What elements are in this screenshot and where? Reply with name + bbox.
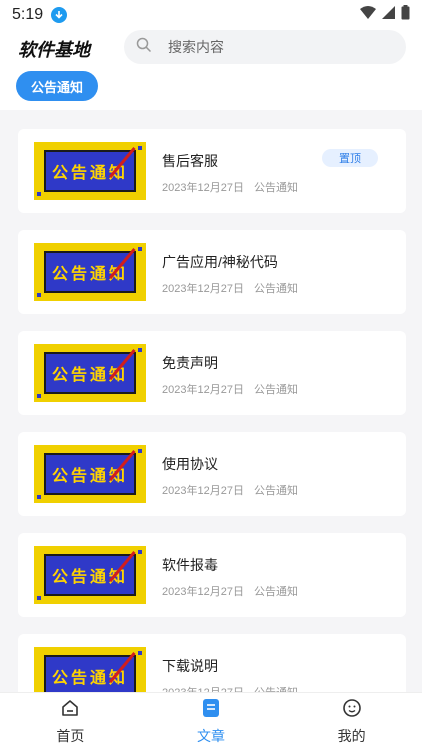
thumbnail-dot (37, 293, 41, 297)
thumbnail-banner: 公告通知 (44, 349, 136, 394)
nav-articles[interactable]: 文章 (141, 693, 282, 750)
article-title: 下载说明 (162, 658, 218, 674)
thumbnail-banner: 公告通知 (44, 652, 136, 692)
article-meta: 2023年12月27日公告通知 (162, 684, 298, 692)
article-category: 公告通知 (253, 485, 298, 497)
thumbnail-dot (138, 247, 142, 251)
article-card[interactable]: 公告通知 软件报毒 2023年12月27日 公告通知 (18, 533, 406, 617)
article-title: 广告应用/神秘代码 (162, 254, 278, 270)
article-category: 公告通知 (253, 586, 298, 598)
thumbnail-banner: 公告通知 (44, 248, 136, 293)
signal-icon (382, 6, 395, 24)
search-placeholder: 搜索内容 (168, 39, 224, 55)
nav-profile-label: 我的 (337, 727, 366, 744)
article-title: 使用协议 (162, 456, 218, 472)
app-title: 软件基地 (18, 40, 90, 60)
article-date: 2023年12月27日 (162, 586, 244, 598)
nav-articles-label: 文章 (197, 727, 225, 744)
article-date: 2023年12月27日 (162, 182, 244, 194)
article-category: 公告通知 (253, 283, 298, 295)
article-meta: 2023年12月27日公告通知 (162, 381, 298, 397)
thumbnail-banner: 公告通知 (44, 147, 136, 192)
article-icon (202, 698, 220, 723)
article-thumbnail: 公告通知 (34, 647, 146, 692)
thumbnail-dot (138, 146, 142, 150)
article-card[interactable]: 公告通知 售后客服 2023年12月27日 公告通知 置顶 (18, 129, 406, 213)
article-date: 2023年12月27日 (162, 485, 244, 497)
nav-home[interactable]: 首页 (0, 693, 141, 750)
article-category: 公告通知 (253, 182, 298, 194)
thumbnail-banner: 公告通知 (44, 450, 136, 495)
tab-announcements[interactable]: 公告通知 (16, 71, 99, 101)
bottom-nav: 首页 文章 我的 (0, 692, 422, 750)
thumbnail-dot (138, 550, 142, 554)
status-bar: 5:19 (0, 0, 422, 30)
thumbnail-banner: 公告通知 (44, 551, 136, 596)
nav-home-label: 首页 (56, 727, 85, 744)
wifi-icon (360, 6, 376, 24)
article-date: 2023年12月27日 (162, 384, 244, 396)
article-meta: 2023年12月27日公告通知 (162, 179, 298, 195)
battery-icon (401, 5, 410, 25)
download-icon (51, 7, 68, 23)
thumbnail-dot (37, 394, 41, 398)
article-thumbnail: 公告通知 (34, 142, 146, 200)
article-date: 2023年12月27日 (162, 283, 244, 295)
status-time: 5:19 (12, 6, 44, 23)
search-input[interactable]: 搜索内容 (124, 30, 406, 64)
article-meta: 2023年12月27日公告通知 (162, 482, 298, 498)
category-tabs: 公告通知 (0, 66, 422, 110)
pinned-badge: 置顶 (322, 149, 378, 167)
article-thumbnail: 公告通知 (34, 243, 146, 301)
profile-icon (342, 698, 362, 723)
article-card[interactable]: 公告通知 广告应用/神秘代码 2023年12月27日 公告通知 (18, 230, 406, 314)
header: 软件基地 搜索内容 (0, 30, 422, 66)
nav-profile[interactable]: 我的 (281, 693, 422, 750)
article-title: 免责声明 (162, 355, 218, 371)
thumbnail-dot (138, 348, 142, 352)
article-thumbnail: 公告通知 (34, 546, 146, 604)
thumbnail-dot (138, 651, 142, 655)
article-card[interactable]: 公告通知 下载说明 2023年12月27日公告通知 (18, 634, 406, 692)
thumbnail-dot (138, 449, 142, 453)
article-card[interactable]: 公告通知 使用协议 2023年12月27日 公告通知 (18, 432, 406, 516)
article-card[interactable]: 公告通知 免责声明 2023年12月27日 公告通知 (18, 331, 406, 415)
thumbnail-dot (37, 192, 41, 196)
thumbnail-dot (37, 495, 41, 499)
article-title: 售后客服 (162, 153, 218, 169)
article-meta: 2023年12月27日公告通知 (162, 280, 298, 296)
article-list[interactable]: 公告通知 售后客服 2023年12月27日 公告通知 置顶 公告通知 广告应用/神秘代码 20… (0, 110, 422, 692)
article-category: 公告通知 (253, 384, 298, 396)
search-icon (136, 37, 152, 58)
home-icon (60, 698, 80, 723)
article-thumbnail: 公告通知 (34, 344, 146, 402)
article-title: 软件报毒 (162, 557, 218, 573)
thumbnail-dot (37, 596, 41, 600)
article-thumbnail: 公告通知 (34, 445, 146, 503)
article-meta: 2023年12月27日公告通知 (162, 583, 298, 599)
